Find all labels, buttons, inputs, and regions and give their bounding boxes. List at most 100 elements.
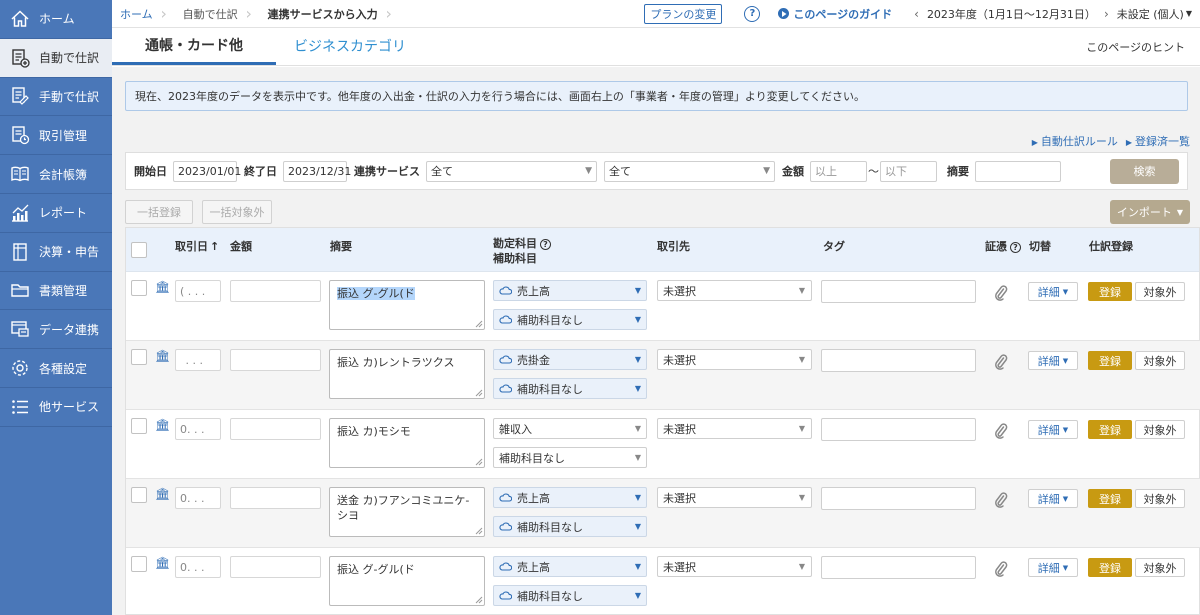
account-select[interactable]: 全て ▼ (604, 160, 775, 182)
amount-label: 金額 (782, 165, 804, 178)
memo-filter-input[interactable] (975, 160, 1061, 182)
tag-input[interactable] (821, 418, 976, 441)
tag-input[interactable] (821, 556, 976, 579)
subaccount-select[interactable]: 補助科目なし ▼ (493, 447, 647, 468)
sidebar-item-home[interactable]: ホーム (0, 0, 112, 39)
account-select[interactable]: 雑収入 ▼ (493, 418, 647, 439)
sidebar-item-data-link[interactable]: データ連携 (0, 310, 112, 350)
year-prev-button[interactable]: ‹ (914, 7, 919, 21)
subaccount-select[interactable]: 補助科目なし ▼ (493, 378, 647, 399)
memo-textarea[interactable]: 振込 グ-グル(ド (329, 280, 485, 330)
sidebar-item-label: データ連携 (39, 322, 100, 337)
account-select[interactable]: 売上高 ▼ (493, 487, 647, 508)
subaccount-select[interactable]: 補助科目なし ▼ (493, 516, 647, 537)
row-checkbox[interactable] (131, 556, 147, 572)
register-button[interactable]: 登録 (1088, 282, 1132, 301)
resize-handle-icon[interactable] (475, 458, 483, 466)
amount-min-input[interactable]: 以上 (810, 160, 867, 182)
search-button[interactable]: 検索 (1110, 158, 1179, 184)
row-checkbox[interactable] (131, 280, 147, 296)
memo-textarea[interactable]: 振込 グ-グル(ド (329, 556, 485, 606)
register-button[interactable]: 登録 (1088, 489, 1132, 508)
partner-select[interactable]: 未選択 ▼ (657, 487, 812, 508)
account-select[interactable]: 売上高 ▼ (493, 556, 647, 577)
partner-select[interactable]: 未選択 ▼ (657, 349, 812, 370)
detail-button[interactable]: 詳細 ▼ (1028, 351, 1078, 370)
bank-icon: 🏛 (155, 280, 171, 294)
sidebar-item-books[interactable]: 会計帳簿 (0, 155, 112, 194)
sidebar-item-label: ホーム (39, 12, 75, 27)
partner-select[interactable]: 未選択 ▼ (657, 280, 812, 301)
exclude-button[interactable]: 対象外 (1135, 282, 1185, 301)
resize-handle-icon[interactable] (475, 596, 483, 604)
account-select[interactable]: 売掛金 ▼ (493, 349, 647, 370)
page-hint-link[interactable]: このページのヒント (1086, 39, 1200, 55)
bulk-exclude-button[interactable]: 一括対象外 (202, 200, 272, 224)
detail-button[interactable]: 詳細 ▼ (1028, 420, 1078, 439)
start-date-input[interactable]: 2023/01/01 (173, 160, 241, 182)
subaccount-value: 補助科目なし (517, 313, 583, 327)
breadcrumb-home[interactable]: ホーム (112, 0, 159, 28)
subaccount-select[interactable]: 補助科目なし ▼ (493, 585, 647, 606)
account-select[interactable]: 売上高 ▼ (493, 280, 647, 301)
bulk-register-button[interactable]: 一括登録 (125, 200, 193, 224)
help-icon[interactable]: ? (540, 238, 551, 250)
sidebar-item-report[interactable]: レポート (0, 194, 112, 233)
account-value: 売上高 (517, 491, 550, 505)
partner-select[interactable]: 未選択 ▼ (657, 418, 812, 439)
sidebar-item-auto-entry[interactable]: 自動で仕訳 (0, 38, 112, 78)
detail-button[interactable]: 詳細 ▼ (1028, 489, 1078, 508)
partner-select[interactable]: 未選択 ▼ (657, 556, 812, 577)
tag-input[interactable] (821, 280, 976, 303)
row-checkbox[interactable] (131, 418, 147, 434)
amount-max-input[interactable]: 以下 (880, 160, 937, 182)
exclude-button[interactable]: 対象外 (1135, 558, 1185, 577)
register-button[interactable]: 登録 (1088, 351, 1132, 370)
exclude-button[interactable]: 対象外 (1135, 489, 1185, 508)
help-icon[interactable]: ? (744, 5, 761, 22)
sidebar-item-closing[interactable]: 決算・申告 (0, 233, 112, 272)
detail-button[interactable]: 詳細 ▼ (1028, 282, 1078, 301)
auto-rule-link[interactable]: ▶ 自動仕訳ルール (1032, 133, 1118, 149)
tab-business-category[interactable]: ビジネスカテゴリ (276, 27, 424, 65)
import-button[interactable]: インポート ▼ (1110, 200, 1190, 224)
memo-textarea[interactable]: 振込 カ)レントラツクス (329, 349, 485, 399)
year-next-button[interactable]: › (1104, 7, 1109, 21)
page-guide-link[interactable]: このページのガイド (778, 6, 892, 22)
register-button[interactable]: 登録 (1088, 420, 1132, 439)
sidebar-item-manual-entry[interactable]: 手動で仕訳 (0, 78, 112, 117)
sidebar-item-settings[interactable]: 各種設定 (0, 349, 112, 388)
service-select[interactable]: 全て ▼ (426, 160, 597, 182)
memo-textarea[interactable]: 振込 カ)モシモ (329, 418, 485, 468)
sidebar-item-documents[interactable]: 書類管理 (0, 272, 112, 311)
end-date-input[interactable]: 2023/12/31 (283, 160, 351, 182)
transaction-date: . . . (175, 349, 221, 371)
resize-handle-icon[interactable] (475, 527, 483, 535)
register-button[interactable]: 登録 (1088, 558, 1132, 577)
sidebar-item-other-services[interactable]: 他サービス (0, 388, 112, 427)
registered-list-link[interactable]: ▶ 登録済一覧 (1126, 133, 1190, 149)
entity-selector[interactable]: 未設定 (個人) ▼ (1117, 6, 1192, 22)
subaccount-select[interactable]: 補助科目なし ▼ (493, 309, 647, 330)
tab-bankbook-card[interactable]: 通帳・カード他 (112, 27, 276, 65)
sidebar-item-label: 他サービス (39, 400, 100, 415)
detail-label: 詳細 (1037, 354, 1060, 368)
memo-textarea[interactable]: 送金 カ)フアンコミユニケ-シヨ (329, 487, 485, 537)
detail-button[interactable]: 詳細 ▼ (1028, 558, 1078, 577)
resize-handle-icon[interactable] (475, 320, 483, 328)
select-all-checkbox[interactable] (131, 242, 147, 258)
bank-icon: 🏛 (155, 487, 171, 501)
tag-input[interactable] (821, 487, 976, 510)
header-date[interactable]: 取引日 ↑ (175, 238, 219, 254)
help-icon[interactable]: ? (1010, 241, 1021, 253)
breadcrumb-auto[interactable]: 自動で仕訳 (175, 0, 244, 28)
account-value: 売掛金 (517, 353, 550, 367)
exclude-button[interactable]: 対象外 (1135, 351, 1185, 370)
exclude-button[interactable]: 対象外 (1135, 420, 1185, 439)
row-checkbox[interactable] (131, 349, 147, 365)
sidebar-item-transactions[interactable]: 取引管理 (0, 116, 112, 156)
tag-input[interactable] (821, 349, 976, 372)
plan-change-button[interactable]: プランの変更 (644, 3, 723, 24)
resize-handle-icon[interactable] (475, 389, 483, 397)
row-checkbox[interactable] (131, 487, 147, 503)
